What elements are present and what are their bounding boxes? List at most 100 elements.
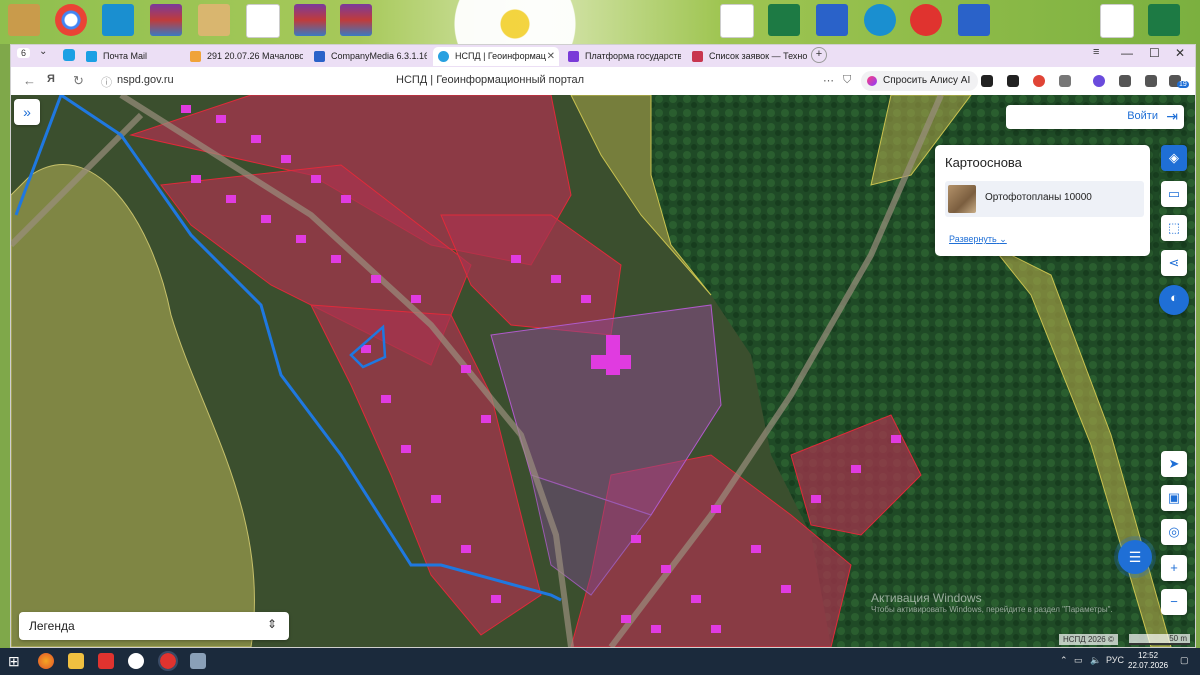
tab-nspd[interactable]: НСПД | Геоинформац ✕	[433, 47, 559, 66]
expand-icon[interactable]: »	[14, 99, 40, 125]
layers-icon[interactable]: ◈	[1161, 145, 1187, 171]
share-icon[interactable]: ⋖	[1161, 250, 1187, 276]
keyboard-language[interactable]: РУС	[1106, 655, 1124, 665]
extension-icon-2[interactable]	[1007, 75, 1019, 87]
print-icon[interactable]: ▣	[1161, 485, 1187, 511]
tab-bar: 6 ⌄ Почта Mail 291 20.07.26 Мачаловой Т.…	[11, 45, 1195, 67]
folder-desktop-icon[interactable]	[8, 4, 40, 36]
extension-icon-3[interactable]	[1033, 75, 1045, 87]
tab-label: Почта Mail	[103, 51, 147, 61]
notifications-icon[interactable]: ▢	[1180, 655, 1189, 666]
clock-date: 22.07.2026	[1128, 661, 1169, 670]
zoom-out-icon[interactable]: −	[1161, 589, 1187, 615]
watermark-line-2: Чтобы активировать Windows, перейдите в …	[871, 605, 1113, 614]
flower-decoration	[440, 0, 590, 44]
chrome-desktop-icon[interactable]	[55, 4, 87, 36]
puzzle-icon[interactable]	[1119, 75, 1131, 87]
tab-label: Платформа государстве	[585, 51, 681, 61]
new-tab-button[interactable]: +	[811, 47, 827, 63]
tab-document[interactable]: 291 20.07.26 Мачаловой Т.	[185, 47, 303, 66]
tray-expand-icon[interactable]: ⌃	[1060, 655, 1068, 666]
yandex-active-icon[interactable]	[158, 651, 178, 671]
chat-icon[interactable]: ☰	[1118, 540, 1152, 574]
browser-window: 6 ⌄ Почта Mail 291 20.07.26 Мачаловой Т.…	[10, 44, 1196, 648]
document-desktop-icon[interactable]	[246, 4, 280, 38]
login-button[interactable]: Войти ⇥	[1006, 105, 1184, 129]
zoom-in-icon[interactable]: +	[1161, 555, 1187, 581]
network-icon[interactable]: ▭	[1074, 655, 1083, 666]
app-taskbar-icon[interactable]	[128, 653, 144, 669]
search-point-icon[interactable]: ◎	[1161, 519, 1187, 545]
alice-button[interactable]: Спросить Алису AI	[861, 71, 979, 91]
bookmark-icon[interactable]: ⛉	[843, 74, 851, 87]
secure-icon: ⓘ	[101, 77, 112, 89]
login-label: Войти	[1127, 110, 1158, 122]
basemap-layer-row[interactable]: Ортофотопланы 10000	[945, 181, 1144, 217]
clock-time: 12:52	[1138, 651, 1159, 660]
close-window-button[interactable]: ✕	[1175, 46, 1185, 60]
copyright: НСПД 2026 ©	[1059, 634, 1118, 645]
companymedia-tab-icon	[314, 51, 325, 62]
nspd-tab-icon	[438, 51, 449, 62]
firefox-icon[interactable]	[38, 653, 54, 669]
excel-desktop-icon-2[interactable]	[1148, 4, 1180, 36]
archive-desktop-icon-2[interactable]	[294, 4, 326, 36]
orthophoto-thumbnail	[948, 185, 976, 213]
basemap-panel: Картооснова Ортофотопланы 10000 Разверну…	[935, 145, 1150, 256]
file-explorer-icon[interactable]	[68, 653, 84, 669]
tab-counter[interactable]: 6	[17, 48, 31, 58]
volume-icon[interactable]: 🔈	[1090, 655, 1101, 666]
legend-label: Легенда	[29, 619, 75, 633]
page-title: НСПД | Геоинформационный портал	[396, 74, 585, 86]
basemap-title: Картооснова	[945, 155, 1022, 170]
minimize-button[interactable]: —	[1121, 46, 1133, 60]
windows-start-icon[interactable]: ⊞	[8, 653, 24, 669]
back-icon[interactable]: ←	[23, 73, 36, 88]
more-icon[interactable]: ⋯	[823, 74, 834, 87]
collapse-icon[interactable]: ◐	[1159, 285, 1189, 315]
archive-desktop-icon-3[interactable]	[340, 4, 372, 36]
system-clock[interactable]: 12:52 22.07.2026	[1128, 651, 1168, 671]
basemap-layer-label: Ортофотопланы 10000	[985, 192, 1092, 203]
tab-gov-platform[interactable]: Платформа государстве	[563, 47, 681, 66]
excel-desktop-icon[interactable]	[768, 4, 800, 36]
archive-desktop-icon[interactable]	[150, 4, 182, 36]
tab-companymedia[interactable]: CompanyMedia 6.3.1.164	[309, 47, 427, 66]
legend-dropdown[interactable]: Легенда ⇕	[19, 612, 289, 640]
yandex-icon[interactable]: Я	[47, 73, 55, 85]
book-desktop-icon[interactable]	[198, 4, 230, 36]
maximize-button[interactable]: ☐	[1149, 46, 1160, 60]
collections-icon[interactable]	[1145, 75, 1157, 87]
extension-icon-1[interactable]	[981, 75, 993, 87]
extension-icon-5[interactable]	[1093, 75, 1105, 87]
map-view[interactable]: » Войти ⇥ Картооснова Ортофотопланы 1000…	[11, 95, 1195, 647]
tab-mail[interactable]: Почта Mail	[81, 47, 177, 66]
ruler-icon[interactable]: ▭	[1161, 181, 1187, 207]
close-tab-icon[interactable]: ✕	[547, 47, 555, 66]
image-viewer-icon[interactable]	[190, 653, 206, 669]
desktop-background	[0, 0, 1200, 44]
expand-basemap-link[interactable]: Развернуть ⌄	[949, 234, 1007, 245]
extension-icon-4[interactable]	[1059, 75, 1071, 87]
document-desktop-icon-3[interactable]	[1100, 4, 1134, 38]
chevron-down-icon[interactable]: ⌄	[39, 46, 47, 57]
record-desktop-icon[interactable]	[910, 4, 942, 36]
bulb-desktop-icon[interactable]	[864, 4, 896, 36]
mail-desktop-icon[interactable]	[102, 4, 134, 36]
messenger-icon[interactable]	[63, 49, 75, 61]
tab-label: НСПД | Геоинформац	[455, 51, 546, 61]
app-desktop-icon[interactable]	[816, 4, 848, 36]
reload-icon[interactable]: ↻	[73, 73, 84, 89]
menu-icon[interactable]: ≡	[1093, 46, 1099, 58]
address-bar: ← Я ↻ ⓘ nspd.gov.ru НСПД | Геоинформацио…	[11, 67, 1195, 96]
sort-icon: ⇕	[266, 617, 277, 631]
platform-tab-icon	[568, 51, 579, 62]
app-desktop-icon-2[interactable]	[958, 4, 990, 36]
locate-icon[interactable]: ➤	[1161, 451, 1187, 477]
tab-requests[interactable]: Список заявок — ТехноК	[687, 47, 807, 66]
yandex-browser-icon[interactable]	[98, 653, 114, 669]
select-area-icon[interactable]: ⬚	[1161, 215, 1187, 241]
windows-activation-watermark: Активация Windows Чтобы активировать Win…	[871, 591, 1113, 614]
document-desktop-icon-2[interactable]	[720, 4, 754, 38]
url-text[interactable]: nspd.gov.ru	[117, 74, 174, 86]
